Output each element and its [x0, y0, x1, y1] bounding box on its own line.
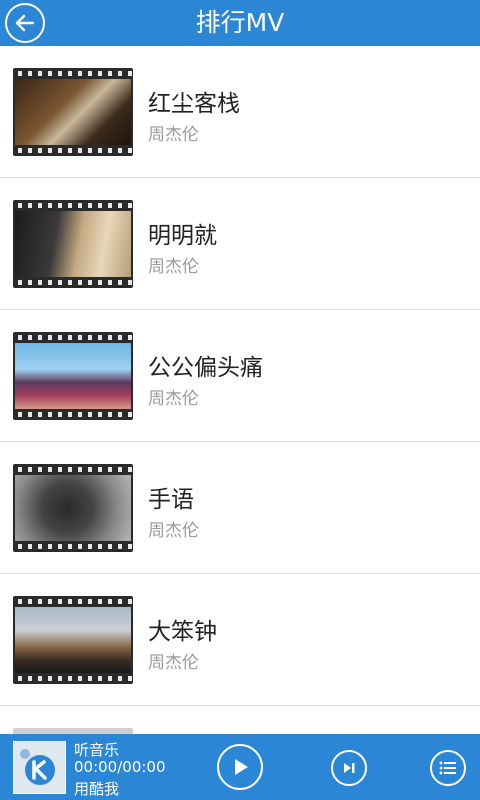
list-item[interactable]: 大笨钟 周杰伦 [0, 574, 480, 706]
artist-name: 周杰伦 [148, 653, 199, 673]
title-bar: 排行MV [0, 0, 480, 46]
list-item[interactable]: 手语 周杰伦 [0, 442, 480, 574]
list-item[interactable]: 公公偏头痛 周杰伦 [0, 310, 480, 442]
mv-thumbnail [13, 596, 133, 684]
page-title: 排行MV [195, 8, 285, 37]
kuwo-logo-icon [14, 742, 65, 793]
playback-time: 00:00/00:00 [74, 758, 166, 776]
play-icon [235, 759, 248, 775]
mv-thumbnail [13, 200, 133, 288]
song-title: 红尘客栈 [148, 91, 240, 117]
album-art[interactable] [13, 741, 66, 794]
artist-name: 周杰伦 [148, 125, 199, 145]
play-button[interactable] [217, 744, 263, 790]
artist-name: 周杰伦 [148, 521, 199, 541]
song-title: 明明就 [148, 223, 217, 249]
mv-thumbnail [13, 332, 133, 420]
playlist-button[interactable] [430, 750, 466, 786]
artist-name: 周杰伦 [148, 389, 199, 409]
artist-name: 周杰伦 [148, 257, 199, 277]
list-item[interactable]: 明明就 周杰伦 [0, 178, 480, 310]
next-track-button[interactable] [331, 750, 367, 786]
song-title: 手语 [148, 487, 194, 513]
mini-player: 听音乐 00:00/00:00 用酷我 [0, 734, 480, 800]
list-item[interactable] [0, 706, 480, 734]
mv-thumbnail [13, 68, 133, 156]
song-title: 大笨钟 [148, 619, 217, 645]
next-track-icon [344, 763, 355, 773]
mv-list[interactable]: 红尘客栈 周杰伦 明明就 周杰伦 公公偏头痛 周杰伦 手语 周杰伦 大笨钟 周杰… [0, 46, 480, 734]
song-title: 公公偏头痛 [148, 355, 263, 381]
mv-thumbnail [13, 464, 133, 552]
list-item[interactable]: 红尘客栈 周杰伦 [0, 46, 480, 178]
playlist-icon [439, 761, 456, 775]
now-playing-title: 听音乐 [74, 741, 120, 759]
now-playing-subtitle: 用酷我 [74, 780, 120, 798]
